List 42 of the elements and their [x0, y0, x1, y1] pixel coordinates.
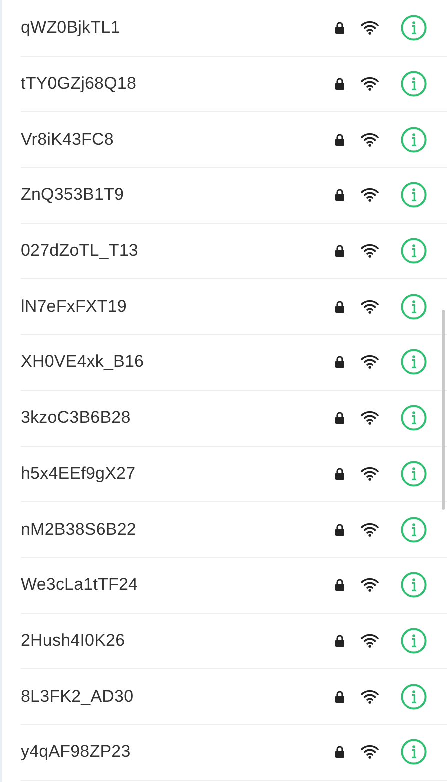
- info-button[interactable]: [401, 349, 427, 376]
- wifi-icon: [361, 411, 379, 426]
- wifi-icon: [361, 355, 379, 370]
- wifi-icon: [361, 690, 379, 704]
- network-name[interactable]: 2Hush4I0K26: [21, 630, 335, 651]
- network-name[interactable]: We3cLa1tTF24: [21, 575, 335, 596]
- wifi-icon: [361, 188, 379, 202]
- info-button[interactable]: [401, 126, 427, 153]
- info-button[interactable]: [401, 71, 427, 98]
- network-name[interactable]: Vr8iK43FC8: [21, 130, 335, 150]
- network-name[interactable]: lN7eFxFXT19: [21, 296, 335, 317]
- wifi-icon: [361, 300, 379, 314]
- network-name[interactable]: 027dZoTL_T13: [21, 241, 335, 262]
- network-name[interactable]: y4qAF98ZP23: [21, 742, 335, 762]
- wifi-icon: [361, 578, 379, 592]
- info-button[interactable]: [401, 460, 427, 487]
- info-button[interactable]: [401, 15, 427, 42]
- wifi-icon: [361, 466, 379, 481]
- wifi-icon: [361, 634, 379, 648]
- info-button[interactable]: [401, 572, 427, 598]
- wifi-icon: [361, 745, 379, 760]
- network-name[interactable]: 3kzoC3B6B28: [21, 408, 335, 428]
- wifi-icon: [361, 21, 379, 36]
- wifi-icon: [361, 132, 379, 147]
- wifi-icon: [361, 244, 379, 258]
- wifi-icon: [361, 522, 379, 537]
- info-button[interactable]: [401, 516, 427, 543]
- network-name[interactable]: nM2B38S6B22: [21, 520, 335, 540]
- info-button[interactable]: [401, 182, 427, 208]
- info-button[interactable]: [401, 405, 427, 432]
- network-name[interactable]: h5x4EEf9gX27: [21, 464, 335, 484]
- info-button[interactable]: [401, 294, 427, 320]
- info-button[interactable]: [401, 628, 427, 654]
- network-name[interactable]: XH0VE4xk_B16: [21, 352, 335, 372]
- network-name[interactable]: tTY0GZj68Q18: [21, 74, 335, 94]
- info-button[interactable]: [401, 684, 427, 710]
- info-button[interactable]: [401, 739, 427, 766]
- info-button[interactable]: [401, 238, 427, 264]
- wifi-icon: [361, 77, 379, 92]
- network-name[interactable]: 8L3FK2_AD30: [21, 686, 335, 707]
- network-name[interactable]: ZnQ353B1T9: [21, 185, 335, 206]
- network-name[interactable]: qWZ0BjkTL1: [21, 18, 335, 38]
